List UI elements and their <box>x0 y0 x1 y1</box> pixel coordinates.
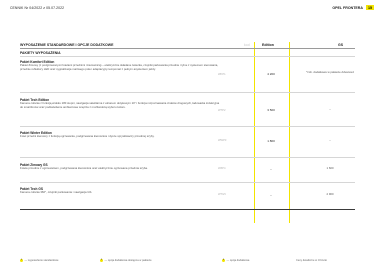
row-description: Fotele przednie z ogrzewaniem, podgrzewa… <box>20 166 148 170</box>
row-gs-value: – <box>329 107 331 111</box>
row-divider <box>20 182 355 183</box>
row-gs-value: – <box>329 138 331 142</box>
legend-text: — opcja dodatkowa <box>226 259 250 262</box>
page-number: 15 <box>366 5 374 10</box>
row-code: WTG5 <box>218 193 226 196</box>
model-name: OPEL FRONTERA <box>332 5 363 10</box>
row-code: WTP2 <box>218 109 226 112</box>
section-divider <box>20 56 355 57</box>
row-edition-price: 4 200 <box>267 72 275 76</box>
row-description: Fotel przedni kierowcy z funkcją ogrzewa… <box>20 134 155 138</box>
table-bottom-rule <box>20 209 355 210</box>
brand-header: OPEL FRONTERA 15 <box>332 5 374 10</box>
pricelist-header: CENNIK Nr 04/2022 z 05.07.2022 <box>10 6 65 10</box>
legend-option: 3 — opcja dodatkowa <box>222 259 249 262</box>
legend-package: 2 — opcja dodatkowa dostępna w pakiecie <box>100 259 152 262</box>
legend-text: — wyposażenie standardowe <box>24 259 59 262</box>
legend-marker: 3 <box>222 259 225 262</box>
legend-standard: 1 — wyposażenie standardowe <box>20 259 58 262</box>
table-title: WYPOSAŻENIE STANDARDOWE I OPCJE DODATKOW… <box>20 43 114 47</box>
row-edition-price: 1 800 <box>267 139 275 143</box>
row-description: Kamera cofania 360°, czujniki parkowania… <box>20 190 93 194</box>
row-gs-value: *zob. dodatkowe w pakiecie Advanced <box>306 70 354 74</box>
column-code-header: kod <box>244 43 250 47</box>
section-title: PAKIETY WYPOSAŻENIA <box>20 51 61 55</box>
row-code: WKP1 <box>218 73 226 76</box>
row-code: WWP3 <box>218 139 227 142</box>
row-edition-price: – <box>270 193 272 197</box>
legend-marker: 2 <box>100 259 103 262</box>
row-code: WZP4 <box>218 167 226 170</box>
row-edition-price: 3 500 <box>267 108 275 112</box>
price-note: Ceny detaliczne w zł brutto <box>296 259 327 262</box>
row-divider <box>20 157 355 158</box>
row-gs-value: 1 600 <box>326 166 334 170</box>
row-divider <box>20 92 355 93</box>
legend-marker: 1 <box>20 259 23 262</box>
row-divider <box>20 126 355 127</box>
column-gs-header: GS <box>338 43 344 47</box>
header-divider <box>20 48 355 49</box>
legend-text: — opcja dodatkowa dostępna w pakiecie <box>104 259 152 262</box>
row-gs-value: 2 900 <box>326 192 334 196</box>
column-edition-header: Edition <box>262 43 274 47</box>
row-description: Kamera cofania z funkcją widoku 180 stop… <box>20 101 220 109</box>
row-description: Pakiet Zimowy (z podgrzewanymi fotelami … <box>20 63 219 71</box>
row-edition-price: – <box>270 167 272 171</box>
